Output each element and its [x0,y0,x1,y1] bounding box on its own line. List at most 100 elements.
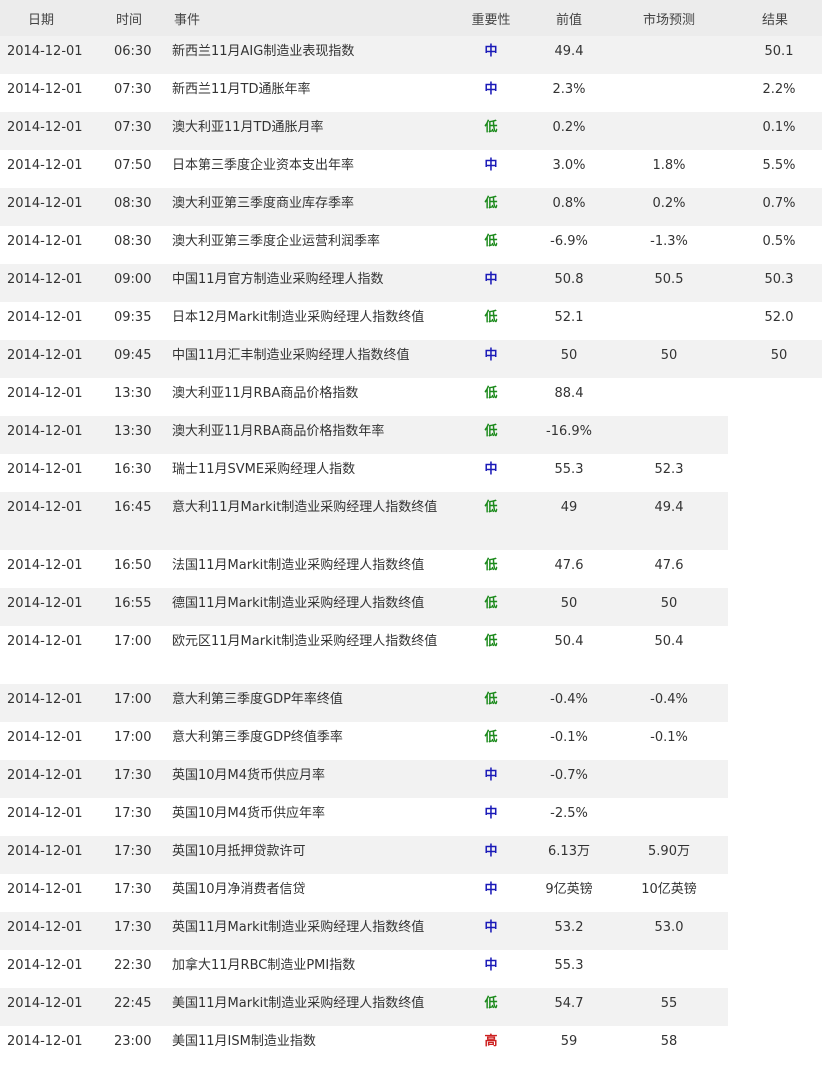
time-cell: 17:30 [102,760,160,798]
result-cell: 50.3 [728,264,822,302]
time-cell: 08:30 [102,226,160,264]
time-cell: 16:55 [102,588,160,626]
previous-cell: 52.1 [528,302,610,340]
date-cell: 2014-12-01 [0,492,102,550]
importance-badge: 中 [484,44,498,59]
table-row: 2014-12-01 17:30 英国10月M4货币供应年率 中 -2.5% [0,798,822,836]
previous-cell: 55.3 [528,454,610,492]
forecast-cell: 50 [610,340,728,378]
empty-cell [728,950,822,988]
importance-badge: 中 [484,806,498,821]
time-cell: 17:00 [102,626,160,684]
table-header: 日期 时间 事件 重要性 前值 市场预测 结果 [0,0,822,36]
time-cell: 13:30 [102,416,160,454]
importance-badge: 低 [484,730,498,745]
time-cell: 17:30 [102,836,160,874]
table-row: 2014-12-01 13:30 澳大利亚11月RBA商品价格指数 低 88.4 [0,378,822,416]
result-cell: 0.7% [728,188,822,226]
forecast-cell: 5.90万 [610,836,728,874]
previous-cell: 49.4 [528,36,610,74]
table-row: 2014-12-01 16:45 意大利11月Markit制造业采购经理人指数终值 低… [0,492,822,550]
time-cell: 09:00 [102,264,160,302]
date-cell: 2014-12-01 [0,550,102,588]
importance-badge: 低 [484,500,498,515]
table-row: 2014-12-01 17:30 英国11月Markit制造业采购经理人指数终值 中 5… [0,912,822,950]
date-cell: 2014-12-01 [0,722,102,760]
time-cell: 16:50 [102,550,160,588]
table-row: 2014-12-01 17:30 英国10月净消费者信贷 中 9亿英镑 10亿英镑 [0,874,822,912]
table-row: 2014-12-01 17:00 意大利第三季度GDP年率终值 低 -0.4% -0.4% [0,684,822,722]
empty-cell [728,836,822,874]
date-cell: 2014-12-01 [0,684,102,722]
result-cell: 2.2% [728,74,822,112]
table-row: 2014-12-01 07:30 澳大利亚11月TD通胀月率 低 0.2% 0.1% [0,112,822,150]
forecast-cell: 49.4 [610,492,728,550]
event-cell: 加拿大11月RBC制造业PMI指数 [160,950,454,988]
header-forecast[interactable]: 市场预测 [610,0,728,36]
importance-cell: 低 [454,302,528,340]
empty-cell [728,416,822,454]
event-cell: 英国10月抵押贷款许可 [160,836,454,874]
table-row: 2014-12-01 09:00 中国11月官方制造业采购经理人指数中 50.8 50.… [0,264,822,302]
header-importance[interactable]: 重要性 [454,0,528,36]
table-row: 2014-12-01 16:50 法国11月Markit制造业采购经理人指数终值 低 4… [0,550,822,588]
date-cell: 2014-12-01 [0,416,102,454]
event-cell: 中国11月汇丰制造业采购经理人指数终值 [160,340,454,378]
header-date[interactable]: 日期 [0,0,102,36]
empty-cell [728,760,822,798]
previous-cell: 9亿英镑 [528,874,610,912]
importance-cell: 低 [454,188,528,226]
header-event[interactable]: 事件 [160,0,454,36]
empty-cell [728,798,822,836]
forecast-cell: 50.4 [610,626,728,684]
previous-cell: 50 [528,340,610,378]
importance-cell: 低 [454,112,528,150]
importance-cell: 中 [454,150,528,188]
importance-cell: 中 [454,836,528,874]
importance-badge: 低 [484,196,498,211]
forecast-cell [610,378,728,416]
event-cell: 新西兰11月TD通胀年率 [160,74,454,112]
header-row: 日期 时间 事件 重要性 前值 市场预测 结果 [0,0,822,36]
time-cell: 17:00 [102,722,160,760]
importance-cell: 中 [454,798,528,836]
date-cell: 2014-12-01 [0,226,102,264]
importance-cell: 中 [454,912,528,950]
forecast-cell: 58 [610,1026,728,1064]
date-cell: 2014-12-01 [0,74,102,112]
empty-cell [728,684,822,722]
empty-cell [728,454,822,492]
empty-cell [728,1026,822,1064]
event-cell: 美国11月ISM制造业指数 [160,1026,454,1064]
date-cell: 2014-12-01 [0,626,102,684]
header-time[interactable]: 时间 [102,0,160,36]
importance-cell: 低 [454,550,528,588]
result-cell: 50.1 [728,36,822,74]
event-cell: 澳大利亚11月RBA商品价格指数 [160,378,454,416]
table-row: 2014-12-01 08:30 澳大利亚第三季度企业运营利润季率 低 -6.9% -1.… [0,226,822,264]
importance-badge: 低 [484,634,498,649]
time-cell: 17:30 [102,874,160,912]
event-cell: 新西兰11月AIG制造业表现指数 [160,36,454,74]
importance-badge: 中 [484,82,498,97]
event-cell: 意大利第三季度GDP终值季率 [160,722,454,760]
previous-cell: 55.3 [528,950,610,988]
result-cell: 5.5% [728,150,822,188]
forecast-cell [610,112,728,150]
importance-cell: 中 [454,760,528,798]
forecast-cell: -0.4% [610,684,728,722]
header-previous[interactable]: 前值 [528,0,610,36]
importance-badge: 低 [484,120,498,135]
time-cell: 17:30 [102,912,160,950]
previous-cell: 47.6 [528,550,610,588]
date-cell: 2014-12-01 [0,798,102,836]
time-cell: 06:30 [102,36,160,74]
header-result[interactable]: 结果 [728,0,822,36]
time-cell: 16:45 [102,492,160,550]
time-cell: 17:30 [102,798,160,836]
event-cell: 英国11月Markit制造业采购经理人指数终值 [160,912,454,950]
importance-badge: 中 [484,158,498,173]
time-cell: 23:00 [102,1026,160,1064]
table-row: 2014-12-01 13:30 澳大利亚11月RBA商品价格指数年率 低 -16.9% [0,416,822,454]
event-cell: 意大利第三季度GDP年率终值 [160,684,454,722]
